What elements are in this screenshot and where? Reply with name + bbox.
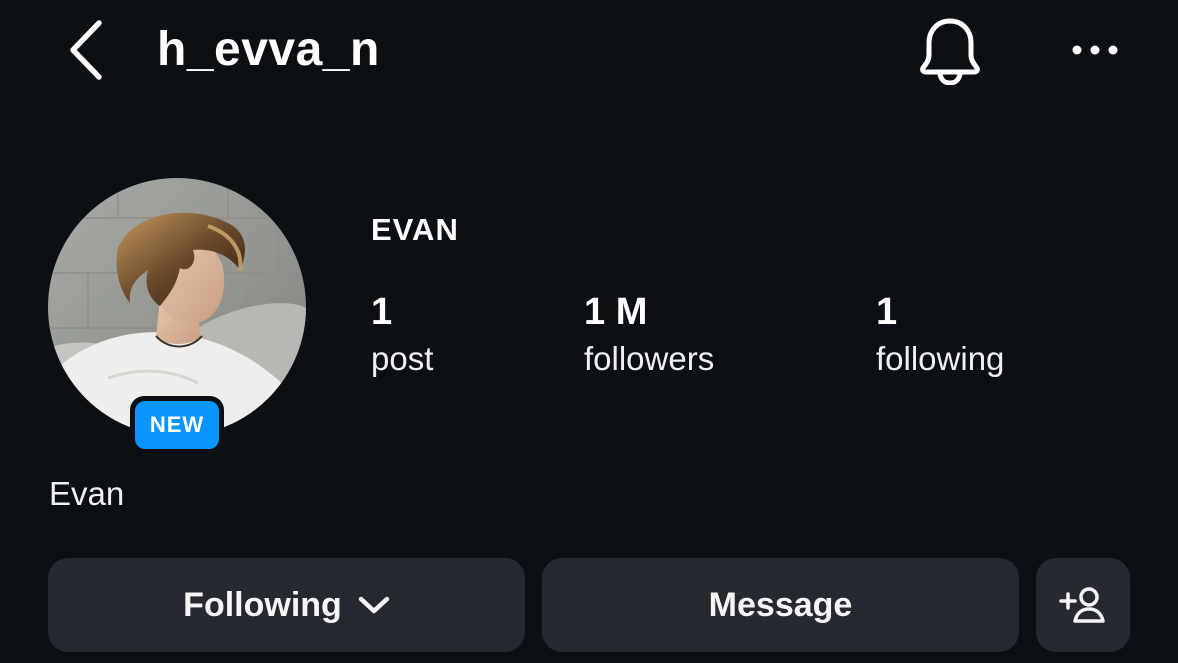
following-stat[interactable]: 1 following — [876, 290, 1004, 381]
following-count: 1 — [876, 291, 898, 333]
following-button-label: Following — [183, 585, 342, 624]
posts-label: post — [371, 340, 434, 377]
following-label: following — [876, 340, 1005, 377]
notifications-button[interactable] — [915, 12, 985, 88]
add-person-button[interactable] — [1036, 558, 1130, 652]
profile-display-name: EVAN — [371, 212, 459, 247]
followers-count: 1 M — [584, 291, 648, 333]
back-button[interactable] — [58, 16, 114, 84]
new-badge-label: NEW — [135, 401, 219, 449]
new-badge: NEW — [130, 396, 224, 454]
followers-stat[interactable]: 1 M followers — [584, 290, 714, 381]
more-options-button[interactable] — [1062, 28, 1128, 72]
top-navigation-bar: h_evva_n — [0, 0, 1178, 100]
posts-stat[interactable]: 1 post — [371, 290, 433, 381]
following-button[interactable]: Following — [48, 558, 525, 652]
message-button[interactable]: Message — [542, 558, 1019, 652]
chevron-down-icon — [358, 595, 390, 615]
chevron-left-icon — [70, 20, 102, 80]
message-button-label: Message — [708, 585, 853, 624]
add-person-icon — [1059, 587, 1105, 623]
bell-icon — [920, 18, 980, 85]
followers-label: followers — [584, 340, 715, 377]
bio-name: Evan — [49, 475, 125, 512]
profile-username: h_evva_n — [157, 23, 380, 76]
posts-count: 1 — [371, 291, 393, 333]
more-horizontal-icon — [1072, 45, 1118, 55]
